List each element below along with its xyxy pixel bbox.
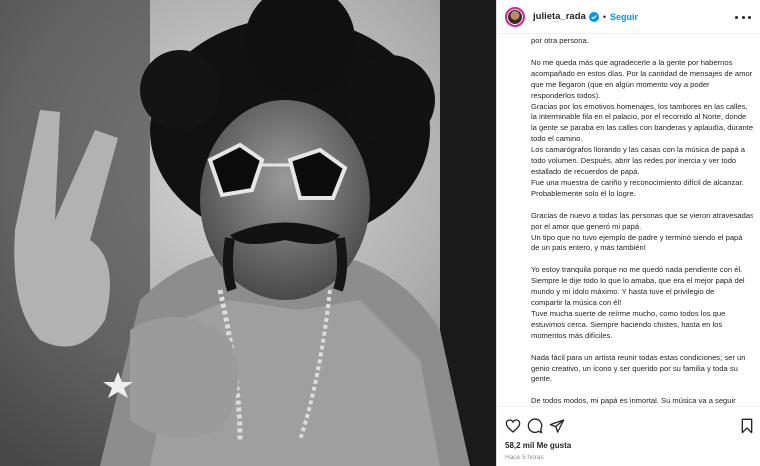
post-actions: 58,2 mil Me gusta Hace 5 horas <box>497 406 760 466</box>
comment-icon[interactable] <box>527 418 543 434</box>
caption-line: de un país entero, y más también! <box>531 243 646 253</box>
caption-paragraph: No me queda más que agradecerle a la gen… <box>531 58 753 200</box>
avatar[interactable] <box>505 6 525 27</box>
caption-line: compartir la música con él! <box>531 298 622 308</box>
share-icon[interactable] <box>549 418 565 434</box>
caption-line: la gente se paraba en las calles con ban… <box>531 123 753 133</box>
caption-line: Un tipo que no tuvo ejemplo de padre y t… <box>531 232 743 242</box>
caption-line: que me llegaron (que en algún momento vo… <box>531 79 710 89</box>
more-options-icon[interactable] <box>735 9 751 25</box>
caption-line: por el amor que generó mi papá. <box>531 221 642 231</box>
caption-paragraph: De todos modos, mi papá es inmortal. Su … <box>531 396 753 406</box>
caption-line: Probablemente solo él lo logre. <box>531 188 636 198</box>
caption-line: gente. <box>531 374 553 384</box>
caption-line: Fue una muestra de cariño y reconocimien… <box>531 177 744 187</box>
separator-dot: • <box>602 11 606 22</box>
caption-paragraph: Yo estoy tranquila porque no me quedó na… <box>531 265 753 341</box>
caption-line: todo el camino. <box>531 134 583 144</box>
caption-paragraph: Nada fácil para un artista reunir todas … <box>531 353 753 386</box>
bookmark-icon[interactable] <box>739 418 755 434</box>
caption-line: Gracias por los emotivos homenajes, los … <box>531 101 748 111</box>
caption-line: mundo y mi ídolo máximo. Y hasta tuve el… <box>531 287 715 297</box>
caption-line: No me queda más que agradecerle a la gen… <box>531 57 733 67</box>
post-timestamp[interactable]: Hace 5 horas <box>505 454 544 461</box>
caption-line: Los camarógrafos llorando y las casas co… <box>531 145 746 155</box>
caption-paragraph: Gracias de nuevo a todas las personas qu… <box>531 211 753 255</box>
caption-line: acompañado en estos días. Por la cantida… <box>531 68 753 78</box>
caption-line: estuvimos cerca. Siempre haciendo chiste… <box>531 319 723 329</box>
caption-line: la interminable fila en el palacio, por … <box>531 112 747 122</box>
post-sidebar: julieta_rada • Seguir por otra persona. N… <box>496 0 760 466</box>
caption-line: responderlos todos). <box>531 90 601 100</box>
caption-line: Nada fácil para un artista reunir todas … <box>531 352 746 362</box>
caption-line: genio creativo, un ícono y ser querido p… <box>531 363 738 373</box>
caption-line: por otra persona. <box>531 36 589 45</box>
caption-line: momentos más difíciles. <box>531 330 613 340</box>
heart-icon[interactable] <box>505 418 521 434</box>
caption-line: Gracias de nuevo a todas las personas qu… <box>531 210 753 220</box>
likes-count[interactable]: 58,2 mil Me gusta <box>505 441 571 450</box>
follow-button[interactable]: Seguir <box>610 12 638 22</box>
caption-line: De todos modos, mi papá es inmortal. Su … <box>531 396 736 406</box>
caption-line: Tuve mucha suerte de reírme mucho, como … <box>531 308 726 318</box>
photo-illustration <box>0 0 496 466</box>
caption-paragraph: por otra persona. <box>531 36 753 47</box>
post-caption: por otra persona. No me queda más que agr… <box>531 36 753 406</box>
post-header: julieta_rada • Seguir <box>497 0 760 34</box>
verified-badge-icon <box>588 11 599 22</box>
post-photo[interactable] <box>0 0 496 466</box>
caption-line: estallado de recuerdos de papá. <box>531 166 640 176</box>
caption-line: Siempre le dije todo lo que lo amaba, qu… <box>531 276 745 286</box>
caption-line: Yo estoy tranquila porque no me quedó na… <box>531 265 743 275</box>
caption-line: todo volumen. Después, abrir las redes p… <box>531 156 737 166</box>
username-link[interactable]: julieta_rada <box>533 11 586 22</box>
